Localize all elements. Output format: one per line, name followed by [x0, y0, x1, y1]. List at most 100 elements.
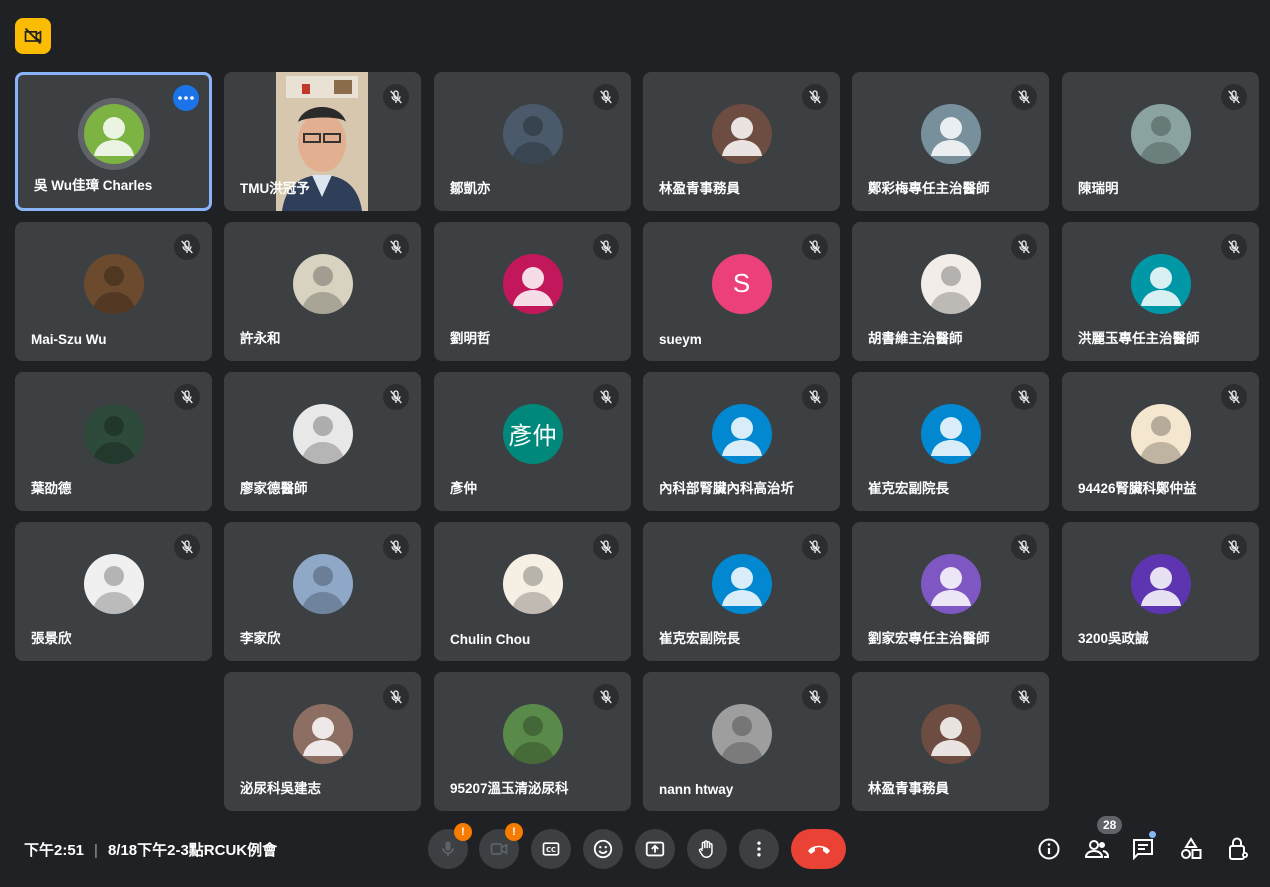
participant-tile[interactable]: 葉劭德: [15, 372, 212, 511]
people-button[interactable]: [1082, 834, 1112, 864]
participant-avatar: [83, 403, 144, 464]
mic-off-icon: [593, 234, 619, 260]
participant-count-badge: 28: [1097, 816, 1123, 834]
mic-off-icon: [1011, 384, 1037, 410]
participant-name: 彥仲: [450, 481, 477, 496]
no-recording-icon: [24, 27, 42, 45]
participant-avatar: [1130, 253, 1191, 314]
participant-name: 95207溫玉清泌尿科: [450, 781, 569, 796]
mic-off-icon: [1221, 384, 1247, 410]
more-options-button[interactable]: [739, 829, 779, 869]
participant-tile[interactable]: 廖家德醫師: [224, 372, 421, 511]
participant-avatar: S: [711, 253, 772, 314]
participant-name: 鄭彩梅專任主治醫師: [868, 181, 990, 196]
participant-tile[interactable]: nann htway: [643, 672, 840, 811]
separator: |: [94, 842, 98, 859]
mic-off-icon: [1011, 684, 1037, 710]
meeting-title: 8/18下午2-3點RCUK例會: [107, 842, 278, 859]
mic-off-icon: [174, 234, 200, 260]
participant-name: 劉明哲: [450, 331, 491, 346]
participant-tile[interactable]: 胡書維主治醫師: [852, 222, 1049, 361]
mic-off-icon: [802, 534, 828, 560]
participant-tile[interactable]: 鄒凱亦: [434, 72, 631, 211]
mic-off-icon: [593, 384, 619, 410]
participant-avatar: [711, 403, 772, 464]
hand-icon: [698, 840, 713, 858]
participant-tile[interactable]: Chulin Chou: [434, 522, 631, 661]
participant-tile[interactable]: 3200吳政誠: [1062, 522, 1259, 661]
participant-avatar: [920, 253, 981, 314]
participant-name: TMU洪冠予: [240, 181, 310, 196]
activities-icon: [1181, 837, 1202, 859]
participant-tile[interactable]: Ssueym: [643, 222, 840, 361]
participant-tile[interactable]: 崔克宏副院長: [643, 522, 840, 661]
participant-tile[interactable]: 劉家宏專任主治醫師: [852, 522, 1049, 661]
participant-tile[interactable]: 劉明哲: [434, 222, 631, 361]
participant-tile[interactable]: 泌尿科吳建志: [224, 672, 421, 811]
chat-button[interactable]: [1128, 834, 1158, 864]
participant-tile[interactable]: 95207溫玉清泌尿科: [434, 672, 631, 811]
participant-avatar: [502, 103, 563, 164]
participant-tile[interactable]: Mai-Szu Wu: [15, 222, 212, 361]
participant-tile[interactable]: 內科部腎臟內科高治圻: [643, 372, 840, 511]
participant-name: 林盈青事務員: [868, 781, 949, 796]
participant-tile[interactable]: 李家欣: [224, 522, 421, 661]
participant-tile[interactable]: 崔克宏副院長: [852, 372, 1049, 511]
mic-off-icon: [593, 684, 619, 710]
participant-avatar: [292, 703, 353, 764]
participant-tile[interactable]: 陳瑞明: [1062, 72, 1259, 211]
reactions-button[interactable]: [583, 829, 623, 869]
participant-name: 鄒凱亦: [450, 181, 491, 196]
meeting-details-button[interactable]: [1034, 834, 1064, 864]
participant-avatar: [920, 403, 981, 464]
participant-tile[interactable]: TMU洪冠予: [224, 72, 421, 211]
participant-avatar: [1130, 553, 1191, 614]
participant-name: 內科部腎臟內科高治圻: [659, 481, 794, 496]
host-controls-button[interactable]: [1224, 834, 1254, 864]
participant-avatar: [502, 703, 563, 764]
mic-off-icon: [383, 384, 409, 410]
participant-avatar: [1130, 103, 1191, 164]
mic-off-icon: [1011, 534, 1037, 560]
no-recording-badge[interactable]: [15, 18, 51, 54]
participant-tile[interactable]: 彥仲 彥仲: [434, 372, 631, 511]
hang-up-icon: [807, 845, 830, 854]
participant-avatar: 彥仲: [502, 403, 563, 464]
participant-avatar: [502, 253, 563, 314]
raise-hand-button[interactable]: [687, 829, 727, 869]
participant-tile[interactable]: 張景欣: [15, 522, 212, 661]
mic-off-icon: [1221, 234, 1247, 260]
captions-button[interactable]: CC: [531, 829, 571, 869]
mic-off-icon: [174, 534, 200, 560]
present-button[interactable]: [635, 829, 675, 869]
participant-tile[interactable]: 許永和: [224, 222, 421, 361]
participant-tile[interactable]: 林盈青事務員: [852, 672, 1049, 811]
leave-call-button[interactable]: [791, 829, 846, 869]
more-vert-icon: [757, 841, 761, 857]
participant-name: 廖家德醫師: [240, 481, 308, 496]
participant-name: 吳 Wu佳璋 Charles: [34, 178, 153, 193]
camera-button[interactable]: !: [479, 823, 523, 869]
mic-off-icon: [1011, 84, 1037, 110]
participant-name: 3200吳政誠: [1078, 631, 1149, 646]
participant-avatar: [292, 403, 353, 464]
present-screen-icon: [645, 841, 665, 857]
participant-name: 崔克宏副院長: [659, 631, 740, 646]
mic-off-icon: [174, 384, 200, 410]
more-options-icon[interactable]: [173, 85, 199, 111]
mic-off-icon: [802, 384, 828, 410]
participant-tile[interactable]: 94426腎臟科鄭仲益: [1062, 372, 1259, 511]
participant-tile[interactable]: 林盈青事務員: [643, 72, 840, 211]
bottom-toolbar: 下午2:51 | 8/18下午2-3點RCUK例會 ! ! CC 28: [0, 816, 1270, 880]
microphone-button[interactable]: !: [428, 823, 472, 869]
chat-icon: [1133, 839, 1153, 861]
participant-tile[interactable]: 吳 Wu佳璋 Charles: [15, 72, 212, 211]
participant-avatar: [711, 703, 772, 764]
mic-off-icon: [383, 234, 409, 260]
participant-tile[interactable]: 鄭彩梅專任主治醫師: [852, 72, 1049, 211]
participant-name: Chulin Chou: [450, 632, 531, 647]
activities-button[interactable]: [1176, 834, 1206, 864]
participant-tile[interactable]: 洪麗玉專任主治醫師: [1062, 222, 1259, 361]
captions-icon: CC: [542, 842, 560, 856]
participant-avatar: [1130, 403, 1191, 464]
